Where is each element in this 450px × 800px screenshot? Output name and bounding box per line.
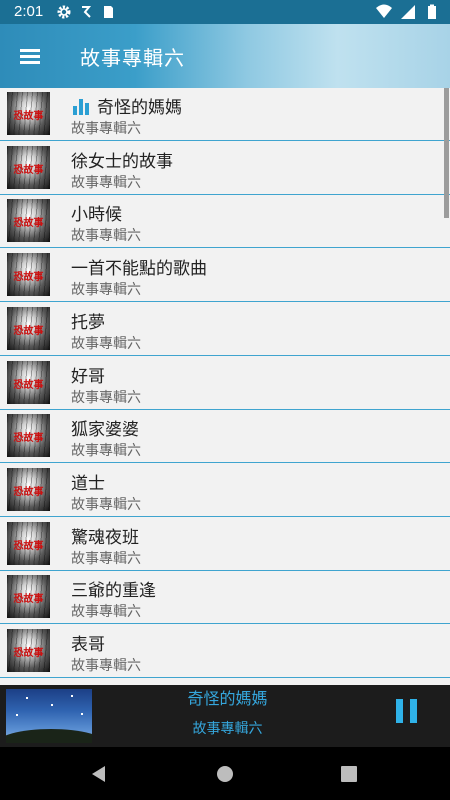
item-title: 小時候 <box>71 205 122 226</box>
story-thumbnail: 恐故事 <box>7 467 50 511</box>
item-title: 一首不能點的歌曲 <box>71 259 207 280</box>
sd-card-icon <box>104 6 113 18</box>
story-thumbnail: 恐故事 <box>7 575 50 619</box>
track-list[interactable]: 恐故事 奇怪的媽媽 故事專輯六 恐故事 徐女士的故事 故事專輯六 恐故事 小時候 故事專輯六 恐故… <box>0 88 450 685</box>
item-title: 狐家婆婆 <box>71 420 139 441</box>
list-item[interactable]: 恐故事 一首不能點的歌曲故事專輯六 <box>0 249 450 303</box>
sync-icon <box>82 6 92 18</box>
wifi-icon <box>376 4 392 18</box>
navigation-bar <box>0 747 450 800</box>
now-playing-icon <box>73 99 91 115</box>
item-subtitle: 故事專輯六 <box>71 658 141 674</box>
list-item[interactable]: 恐故事 小時候故事專輯六 <box>0 195 450 249</box>
story-thumbnail: 恐故事 <box>7 306 50 350</box>
item-title: 托夢 <box>71 312 105 333</box>
status-time: 2:01 <box>14 3 44 20</box>
item-title: 徐女士的故事 <box>71 151 173 172</box>
list-item[interactable]: 恐故事 狐家婆婆故事專輯六 <box>0 410 450 464</box>
story-thumbnail: 恐故事 <box>7 360 50 404</box>
status-bar: 2:01 <box>0 0 450 24</box>
player-subtitle: 故事專輯六 <box>192 721 263 737</box>
story-thumbnail: 恐故事 <box>7 92 50 135</box>
item-title: 表哥 <box>71 635 105 655</box>
list-item[interactable]: 恐故事 徐女士的故事故事專輯六 <box>0 142 450 195</box>
list-item[interactable]: 恐故事 好哥故事專輯六 <box>0 357 450 410</box>
signal-icon <box>401 5 415 19</box>
list-item[interactable]: 恐故事 道士故事專輯六 <box>0 464 450 517</box>
mini-player[interactable]: 奇怪的媽媽 故事專輯六 <box>0 685 450 747</box>
item-title: 驚魂夜班 <box>71 527 139 548</box>
item-subtitle: 故事專輯六 <box>71 443 141 460</box>
story-thumbnail: 恐故事 <box>7 199 50 243</box>
gear-icon <box>57 5 71 19</box>
item-subtitle: 故事專輯六 <box>71 228 141 245</box>
player-title: 奇怪的媽媽 <box>187 689 268 708</box>
album-art <box>6 689 92 743</box>
page-title: 故事專輯六 <box>80 46 185 70</box>
story-thumbnail: 恐故事 <box>7 414 50 458</box>
story-thumbnail: 恐故事 <box>7 145 50 189</box>
item-subtitle: 故事專輯六 <box>71 121 141 137</box>
list-item[interactable]: 恐故事 三爺的重逢故事專輯六 <box>0 571 450 625</box>
app-bar: 故事專輯六 <box>0 24 450 88</box>
home-icon[interactable] <box>216 765 234 783</box>
story-thumbnail: 恐故事 <box>7 521 50 565</box>
item-title: 好哥 <box>71 366 105 387</box>
item-subtitle: 故事專輯六 <box>71 550 141 567</box>
item-subtitle: 故事專輯六 <box>71 335 141 352</box>
list-item[interactable]: 恐故事 奇怪的媽媽故事專輯六 <box>0 88 450 141</box>
pause-icon[interactable] <box>396 699 420 723</box>
list-item[interactable]: 恐故事 驚魂夜班故事專輯六 <box>0 518 450 571</box>
item-title: 三爺的重逢 <box>71 581 156 602</box>
item-subtitle: 故事專輯六 <box>71 174 141 191</box>
list-item[interactable]: 恐故事 表哥故事專輯六 <box>0 625 450 678</box>
recents-icon[interactable] <box>341 765 357 783</box>
scrollbar[interactable] <box>444 88 449 218</box>
item-subtitle: 故事專輯六 <box>71 496 141 513</box>
item-subtitle: 故事專輯六 <box>71 604 141 621</box>
story-thumbnail: 恐故事 <box>7 629 50 672</box>
menu-icon[interactable] <box>18 44 42 68</box>
list-item[interactable]: 恐故事 托夢故事專輯六 <box>0 303 450 356</box>
item-title: 道士 <box>71 473 105 494</box>
story-thumbnail: 恐故事 <box>7 253 50 297</box>
item-subtitle: 故事專輯六 <box>71 389 141 406</box>
battery-icon <box>428 4 436 19</box>
back-icon[interactable] <box>90 765 108 783</box>
item-title: 奇怪的媽媽 <box>97 98 182 118</box>
item-subtitle: 故事專輯六 <box>71 282 141 299</box>
